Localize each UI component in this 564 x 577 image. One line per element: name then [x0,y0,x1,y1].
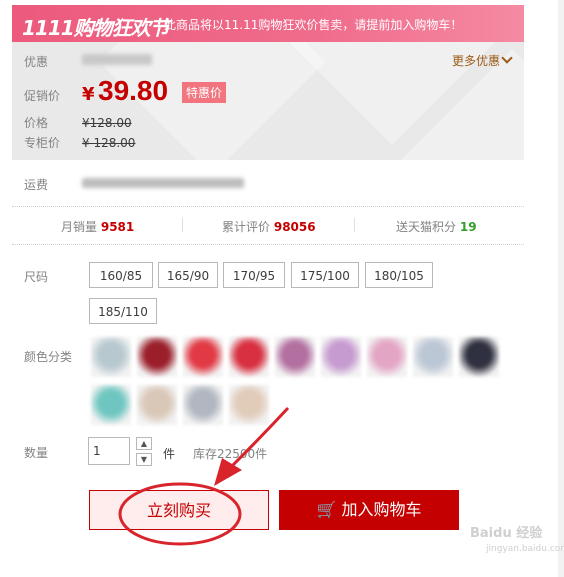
annotation-circle [118,482,242,546]
watermark-url: jingyan.baidu.com [486,544,564,554]
annotation-overlay [118,406,290,546]
watermark-logo: Baidu 经验 [470,526,543,541]
annotation-arrow-line [230,406,290,468]
